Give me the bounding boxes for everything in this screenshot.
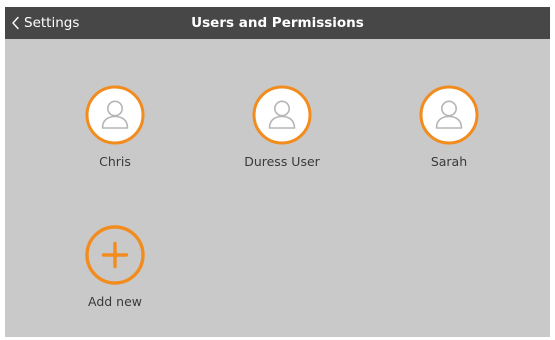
top-bar: Settings Users and Permissions: [5, 7, 550, 39]
plus-icon: [101, 241, 129, 269]
user-tile-chris[interactable]: Chris: [45, 85, 185, 169]
user-tile-sarah[interactable]: Sarah: [379, 85, 519, 169]
user-avatar: [419, 85, 479, 145]
user-name: Sarah: [430, 154, 468, 169]
user-avatar: [252, 85, 312, 145]
chevron-left-icon: [12, 16, 19, 30]
user-avatar: [85, 85, 145, 145]
add-new-user-button[interactable]: Add new: [45, 225, 185, 309]
user-tile-duress-user[interactable]: Duress User: [212, 85, 352, 169]
add-new-label: Add new: [87, 294, 142, 309]
app-window: Settings Users and Permissions Chris Dur…: [5, 7, 550, 337]
user-name: Chris: [99, 154, 131, 169]
back-button-label: Settings: [24, 15, 80, 31]
add-avatar: [85, 225, 145, 285]
page-title: Users and Permissions: [191, 15, 364, 31]
back-button[interactable]: Settings: [11, 7, 79, 39]
user-name: Duress User: [244, 154, 320, 169]
